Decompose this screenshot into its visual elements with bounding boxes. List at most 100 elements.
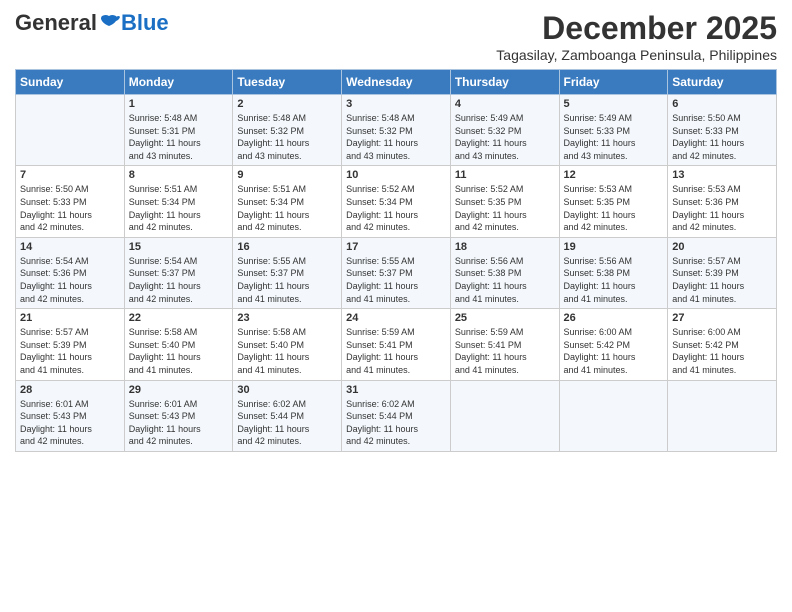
calendar-cell: 27 Sunrise: 6:00 AM Sunset: 5:42 PM Dayli… <box>668 309 777 380</box>
cell-info: Sunrise: 6:00 AM Sunset: 5:42 PM Dayligh… <box>672 326 772 376</box>
cell-info: Sunrise: 5:55 AM Sunset: 5:37 PM Dayligh… <box>346 255 446 305</box>
day-number: 30 <box>237 384 337 396</box>
calendar-cell: 22 Sunrise: 5:58 AM Sunset: 5:40 PM Dayli… <box>124 309 233 380</box>
cell-info: Sunrise: 5:54 AM Sunset: 5:36 PM Dayligh… <box>20 255 120 305</box>
cell-info: Sunrise: 5:53 AM Sunset: 5:35 PM Dayligh… <box>564 183 664 233</box>
calendar-cell: 31Sunrise: 6:02 AM Sunset: 5:44 PM Dayli… <box>342 380 451 451</box>
day-number: 16 <box>237 241 337 253</box>
calendar-location: Tagasilay, Zamboanga Peninsula, Philippi… <box>496 47 777 63</box>
logo-blue: Blue <box>121 10 169 36</box>
calendar-cell: 18 Sunrise: 5:56 AM Sunset: 5:38 PM Dayli… <box>450 237 559 308</box>
calendar-cell: 26Sunrise: 6:00 AM Sunset: 5:42 PM Dayli… <box>559 309 668 380</box>
cell-info: Sunrise: 5:54 AM Sunset: 5:37 PM Dayligh… <box>129 255 229 305</box>
cell-info: Sunrise: 5:48 AM Sunset: 5:32 PM Dayligh… <box>237 112 337 162</box>
cell-info: Sunrise: 5:52 AM Sunset: 5:35 PM Dayligh… <box>455 183 555 233</box>
calendar-week-row: 21 Sunrise: 5:57 AM Sunset: 5:39 PM Dayli… <box>16 309 777 380</box>
day-number: 20 <box>672 241 772 253</box>
calendar-cell: 21 Sunrise: 5:57 AM Sunset: 5:39 PM Dayli… <box>16 309 125 380</box>
calendar-cell: 1 Sunrise: 5:48 AM Sunset: 5:31 PM Daylig… <box>124 95 233 166</box>
logo-general: General <box>15 10 97 36</box>
day-number: 5 <box>564 98 664 110</box>
cell-info: Sunrise: 5:50 AM Sunset: 5:33 PM Dayligh… <box>20 183 120 233</box>
day-number: 22 <box>129 312 229 324</box>
calendar-cell: 13 Sunrise: 5:53 AM Sunset: 5:36 PM Dayli… <box>668 166 777 237</box>
calendar-cell: 14 Sunrise: 5:54 AM Sunset: 5:36 PM Dayli… <box>16 237 125 308</box>
cell-info: Sunrise: 5:52 AM Sunset: 5:34 PM Dayligh… <box>346 183 446 233</box>
cell-info: Sunrise: 5:49 AM Sunset: 5:33 PM Dayligh… <box>564 112 664 162</box>
day-number: 15 <box>129 241 229 253</box>
calendar-cell: 29Sunrise: 6:01 AM Sunset: 5:43 PM Dayli… <box>124 380 233 451</box>
calendar-week-row: 28 Sunrise: 6:01 AM Sunset: 5:43 PM Dayli… <box>16 380 777 451</box>
title-block: December 2025 Tagasilay, Zamboanga Penin… <box>496 10 777 63</box>
day-number: 27 <box>672 312 772 324</box>
day-number: 7 <box>20 169 120 181</box>
calendar-cell: 4 Sunrise: 5:49 AM Sunset: 5:32 PM Daylig… <box>450 95 559 166</box>
col-header-friday: Friday <box>559 70 668 95</box>
day-number: 13 <box>672 169 772 181</box>
calendar-cell: 25Sunrise: 5:59 AM Sunset: 5:41 PM Dayli… <box>450 309 559 380</box>
day-number: 14 <box>20 241 120 253</box>
col-header-saturday: Saturday <box>668 70 777 95</box>
cell-info: Sunrise: 5:48 AM Sunset: 5:32 PM Dayligh… <box>346 112 446 162</box>
day-number: 1 <box>129 98 229 110</box>
col-header-wednesday: Wednesday <box>342 70 451 95</box>
col-header-thursday: Thursday <box>450 70 559 95</box>
calendar-cell: 2Sunrise: 5:48 AM Sunset: 5:32 PM Daylig… <box>233 95 342 166</box>
logo: General Blue <box>15 10 169 36</box>
calendar-week-row: 14 Sunrise: 5:54 AM Sunset: 5:36 PM Dayli… <box>16 237 777 308</box>
cell-info: Sunrise: 5:56 AM Sunset: 5:38 PM Dayligh… <box>564 255 664 305</box>
calendar-cell: 19 Sunrise: 5:56 AM Sunset: 5:38 PM Dayli… <box>559 237 668 308</box>
calendar-cell: 15 Sunrise: 5:54 AM Sunset: 5:37 PM Dayli… <box>124 237 233 308</box>
calendar-cell: 11 Sunrise: 5:52 AM Sunset: 5:35 PM Dayli… <box>450 166 559 237</box>
cell-info: Sunrise: 5:51 AM Sunset: 5:34 PM Dayligh… <box>129 183 229 233</box>
day-number: 18 <box>455 241 555 253</box>
cell-info: Sunrise: 5:59 AM Sunset: 5:41 PM Dayligh… <box>346 326 446 376</box>
day-number: 21 <box>20 312 120 324</box>
calendar-cell <box>668 380 777 451</box>
day-number: 24 <box>346 312 446 324</box>
calendar-cell: 10Sunrise: 5:52 AM Sunset: 5:34 PM Dayli… <box>342 166 451 237</box>
day-number: 25 <box>455 312 555 324</box>
day-number: 11 <box>455 169 555 181</box>
cell-info: Sunrise: 6:01 AM Sunset: 5:43 PM Dayligh… <box>20 398 120 448</box>
calendar-cell: 3 Sunrise: 5:48 AM Sunset: 5:32 PM Daylig… <box>342 95 451 166</box>
calendar-cell: 24 Sunrise: 5:59 AM Sunset: 5:41 PM Dayli… <box>342 309 451 380</box>
cell-info: Sunrise: 5:49 AM Sunset: 5:32 PM Dayligh… <box>455 112 555 162</box>
calendar-cell: 30 Sunrise: 6:02 AM Sunset: 5:44 PM Dayli… <box>233 380 342 451</box>
col-header-tuesday: Tuesday <box>233 70 342 95</box>
cell-info: Sunrise: 6:02 AM Sunset: 5:44 PM Dayligh… <box>237 398 337 448</box>
calendar-cell: 20 Sunrise: 5:57 AM Sunset: 5:39 PM Dayli… <box>668 237 777 308</box>
day-number: 19 <box>564 241 664 253</box>
cell-info: Sunrise: 5:57 AM Sunset: 5:39 PM Dayligh… <box>672 255 772 305</box>
col-header-monday: Monday <box>124 70 233 95</box>
day-number: 9 <box>237 169 337 181</box>
calendar-cell: 16Sunrise: 5:55 AM Sunset: 5:37 PM Dayli… <box>233 237 342 308</box>
calendar-cell: 8Sunrise: 5:51 AM Sunset: 5:34 PM Daylig… <box>124 166 233 237</box>
cell-info: Sunrise: 5:56 AM Sunset: 5:38 PM Dayligh… <box>455 255 555 305</box>
calendar-header-row: SundayMondayTuesdayWednesdayThursdayFrid… <box>16 70 777 95</box>
calendar-week-row: 1 Sunrise: 5:48 AM Sunset: 5:31 PM Daylig… <box>16 95 777 166</box>
cell-info: Sunrise: 5:53 AM Sunset: 5:36 PM Dayligh… <box>672 183 772 233</box>
calendar-cell: 12 Sunrise: 5:53 AM Sunset: 5:35 PM Dayli… <box>559 166 668 237</box>
logo-bird-icon <box>98 14 120 32</box>
cell-info: Sunrise: 5:58 AM Sunset: 5:40 PM Dayligh… <box>237 326 337 376</box>
day-number: 6 <box>672 98 772 110</box>
page-header: General Blue December 2025 Tagasilay, Za… <box>15 10 777 63</box>
cell-info: Sunrise: 5:48 AM Sunset: 5:31 PM Dayligh… <box>129 112 229 162</box>
day-number: 28 <box>20 384 120 396</box>
calendar-cell: 6 Sunrise: 5:50 AM Sunset: 5:33 PM Daylig… <box>668 95 777 166</box>
day-number: 4 <box>455 98 555 110</box>
calendar-cell <box>16 95 125 166</box>
calendar-cell: 5 Sunrise: 5:49 AM Sunset: 5:33 PM Daylig… <box>559 95 668 166</box>
cell-info: Sunrise: 5:50 AM Sunset: 5:33 PM Dayligh… <box>672 112 772 162</box>
cell-info: Sunrise: 5:57 AM Sunset: 5:39 PM Dayligh… <box>20 326 120 376</box>
day-number: 23 <box>237 312 337 324</box>
calendar-week-row: 7 Sunrise: 5:50 AM Sunset: 5:33 PM Daylig… <box>16 166 777 237</box>
cell-info: Sunrise: 5:58 AM Sunset: 5:40 PM Dayligh… <box>129 326 229 376</box>
calendar-cell: 7 Sunrise: 5:50 AM Sunset: 5:33 PM Daylig… <box>16 166 125 237</box>
day-number: 3 <box>346 98 446 110</box>
day-number: 17 <box>346 241 446 253</box>
day-number: 12 <box>564 169 664 181</box>
cell-info: Sunrise: 6:00 AM Sunset: 5:42 PM Dayligh… <box>564 326 664 376</box>
cell-info: Sunrise: 5:51 AM Sunset: 5:34 PM Dayligh… <box>237 183 337 233</box>
